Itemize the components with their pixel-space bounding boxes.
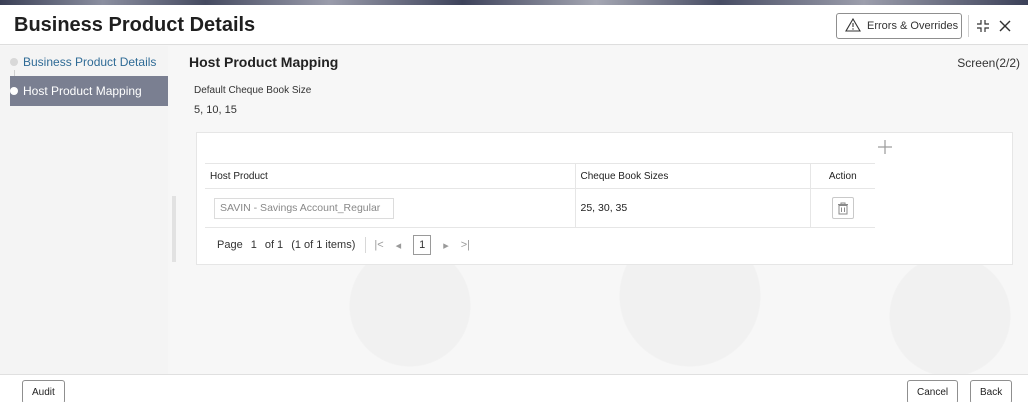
last-page-icon[interactable]: >| <box>461 239 470 251</box>
pagination-divider <box>365 237 367 253</box>
host-product-table: Host Product Cheque Book Sizes Action SA… <box>205 163 875 228</box>
audit-button[interactable]: Audit <box>22 380 65 402</box>
first-page-icon[interactable]: |< <box>374 239 383 251</box>
sidebar: Business Product Details Host Product Ma… <box>0 46 168 374</box>
column-header-cheque-book-sizes: Cheque Book Sizes <box>575 163 811 189</box>
add-row-button[interactable] <box>874 139 896 161</box>
cheque-book-sizes-cell[interactable]: 25, 30, 35 <box>575 188 811 228</box>
pagination: Page 1 of 1 (1 of 1 items) |< ◂ 1 ▸ >| <box>217 235 482 255</box>
trash-icon <box>837 202 848 214</box>
errors-overrides-label: Errors & Overrides <box>867 20 959 32</box>
back-button[interactable]: Back <box>970 380 1013 402</box>
next-page-icon[interactable]: ▸ <box>443 239 449 252</box>
table-header-row: Host Product Cheque Book Sizes Action <box>205 163 875 189</box>
page-header: Business Product Details Errors & Overri… <box>0 5 1028 45</box>
step-dot-icon <box>10 58 18 66</box>
header-divider <box>968 15 969 37</box>
column-header-host-product: Host Product <box>205 163 576 189</box>
close-icon[interactable] <box>994 15 1016 37</box>
sidebar-item-business-product-details[interactable]: Business Product Details <box>10 47 168 77</box>
page-number-button[interactable]: 1 <box>413 235 432 255</box>
cancel-button[interactable]: Cancel <box>907 380 959 402</box>
plus-icon <box>878 140 892 154</box>
default-cheque-book-size-label: Default Cheque Book Size <box>194 85 312 96</box>
pagination-items-label: (1 of 1 items) <box>291 239 356 251</box>
pagination-page-label: Page <box>217 239 243 251</box>
sidebar-item-host-product-mapping[interactable]: Host Product Mapping <box>10 76 168 106</box>
screen-indicator: Screen(2/2) <box>957 56 1020 70</box>
section-title: Host Product Mapping <box>189 54 339 70</box>
table-row: SAVIN - Savings Account_Regular 25, 30, … <box>205 188 875 228</box>
page-footer: Audit Cancel Back <box>0 374 1028 402</box>
default-cheque-book-size-value: 5, 10, 15 <box>194 104 237 116</box>
action-cell <box>810 188 875 228</box>
minimize-icon[interactable] <box>972 15 994 37</box>
errors-overrides-button[interactable]: Errors & Overrides <box>836 13 962 39</box>
host-product-cell: SAVIN - Savings Account_Regular <box>205 188 576 228</box>
previous-page-icon[interactable]: ◂ <box>396 239 402 252</box>
host-product-grid-panel: Host Product Cheque Book Sizes Action SA… <box>196 132 1013 265</box>
step-dot-icon <box>10 87 18 95</box>
pagination-of-label: of 1 <box>264 239 284 251</box>
sidebar-item-label: Host Product Mapping <box>23 84 142 98</box>
main-content: Host Product Mapping Screen(2/2) Default… <box>170 46 1028 374</box>
panel-side-bar <box>172 196 176 262</box>
delete-row-button[interactable] <box>831 197 854 219</box>
host-product-input[interactable]: SAVIN - Savings Account_Regular <box>214 197 394 219</box>
sidebar-item-label: Business Product Details <box>23 55 157 69</box>
column-header-action: Action <box>810 163 875 189</box>
warning-icon <box>845 17 861 35</box>
page-title: Business Product Details <box>14 14 256 36</box>
pagination-current-page: 1 <box>250 239 257 251</box>
